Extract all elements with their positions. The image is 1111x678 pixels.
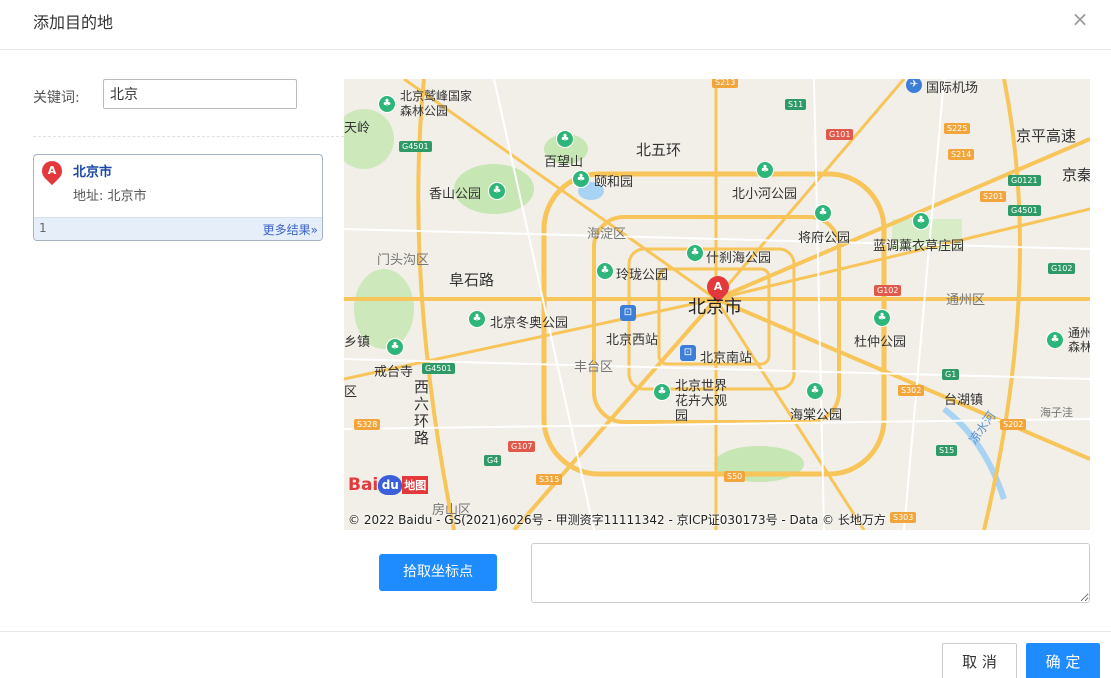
park-icon: ♣ bbox=[488, 182, 506, 200]
map-label-jingping: 京平高速 bbox=[1016, 127, 1077, 145]
map-label-jietaisi: 戒台寺 bbox=[374, 365, 414, 380]
page-number[interactable]: 1 bbox=[39, 221, 47, 235]
map-label-xiliuhuan: 西六环路 bbox=[414, 378, 430, 447]
map-label-dongao: 北京冬奥公园 bbox=[490, 316, 569, 331]
train-station-icon: ⊡ bbox=[620, 305, 636, 321]
map-label-yiheyuan: 颐和园 bbox=[594, 175, 634, 190]
highway-shield: S214 bbox=[948, 149, 975, 160]
map-label-haitang: 海棠公园 bbox=[790, 408, 843, 423]
map-label-shijiehuahui: 北京世界花卉大观园 bbox=[675, 379, 728, 424]
dialog-title: 添加目的地 bbox=[33, 13, 114, 32]
park-icon: ♣ bbox=[572, 170, 590, 188]
highway-shield: G107 bbox=[508, 441, 536, 452]
park-icon: ♣ bbox=[912, 212, 930, 230]
park-icon: ♣ bbox=[873, 309, 891, 327]
map-label-fushilu: 阜石路 bbox=[449, 271, 495, 289]
park-icon: ♣ bbox=[556, 130, 574, 148]
map-label-fengtai: 丰台区 bbox=[574, 360, 614, 375]
confirm-button[interactable]: 确 定 bbox=[1026, 643, 1100, 678]
divider bbox=[33, 136, 344, 137]
map-label-tongzhou: 通州区 bbox=[946, 293, 986, 308]
map-label-beixiaohe: 北小河公园 bbox=[732, 187, 798, 202]
logo-ditu: 地图 bbox=[402, 476, 429, 494]
map-label-shichahai: 什刹海公园 bbox=[706, 251, 772, 266]
map-label-mentougou: 门头沟区 bbox=[377, 253, 430, 268]
map-label-xiangshan: 香山公园 bbox=[429, 187, 482, 202]
dialog-header: 添加目的地 × bbox=[0, 0, 1111, 50]
highway-shield: S50 bbox=[724, 471, 746, 482]
logo-bai: Bai bbox=[348, 475, 379, 495]
park-icon: ♣ bbox=[653, 383, 671, 401]
map-label-beijingxi: 北京西站 bbox=[606, 333, 659, 348]
map-label-qu: 区 bbox=[344, 385, 358, 400]
baidu-map-logo: Bai du 地图 bbox=[348, 475, 429, 495]
highway-shield: S202 bbox=[1000, 419, 1027, 430]
map-label-jiangfu: 将府公园 bbox=[798, 231, 851, 246]
logo-paw-icon: du bbox=[378, 475, 403, 495]
highway-shield: G102 bbox=[1048, 263, 1076, 274]
highway-shield: S302 bbox=[898, 385, 925, 396]
highway-shield: S15 bbox=[936, 445, 958, 456]
highway-shield: G102 bbox=[874, 285, 902, 296]
keyword-input[interactable] bbox=[103, 79, 297, 109]
cancel-button[interactable]: 取 消 bbox=[942, 643, 1017, 678]
result-footer: 1 更多结果» bbox=[34, 217, 322, 240]
park-icon: ♣ bbox=[686, 244, 704, 262]
map-label-haidian: 海淀区 bbox=[587, 227, 627, 242]
park-icon: ♣ bbox=[1046, 331, 1064, 349]
park-icon: ♣ bbox=[756, 161, 774, 179]
highway-shield: G4501 bbox=[422, 363, 455, 374]
train-station-icon: ⊡ bbox=[680, 345, 696, 361]
park-icon: ♣ bbox=[806, 382, 824, 400]
map-label-beijing: 北京市 bbox=[688, 297, 742, 318]
map-label-linglong: 玲珑公园 bbox=[616, 268, 669, 283]
map-label-beiwuhuan: 北五环 bbox=[636, 141, 682, 159]
park-icon: ♣ bbox=[386, 338, 404, 356]
result-address: 地址: 北京市 bbox=[73, 189, 147, 204]
map-label-airport: 国际机场 bbox=[926, 81, 979, 96]
map-copyright: © 2022 Baidu - GS(2021)6026号 - 甲测资字11111… bbox=[348, 513, 886, 527]
map-label-jingqin: 京秦 bbox=[1062, 166, 1090, 184]
result-marker-letter: A bbox=[47, 164, 57, 177]
highway-shield: S225 bbox=[944, 123, 971, 134]
search-result-panel: A 北京市 地址: 北京市 1 更多结果» bbox=[33, 154, 323, 241]
map-canvas[interactable]: ✈ 国际机场 ♣ 北京鹫峰国家森林公园 天岭 ♣ 百望山 北五环 京平高速 京秦… bbox=[344, 79, 1090, 530]
highway-shield: S11 bbox=[785, 99, 807, 110]
result-title-link[interactable]: 北京市 bbox=[73, 161, 112, 180]
map-label-baiwangshan: 百望山 bbox=[544, 155, 584, 170]
coordinate-textarea[interactable] bbox=[531, 543, 1090, 603]
highway-shield: S328 bbox=[354, 419, 381, 430]
highway-shield: G101 bbox=[826, 129, 854, 140]
park-icon: ♣ bbox=[468, 310, 486, 328]
highway-shield: G4 bbox=[484, 455, 502, 466]
map-label-beijingnan: 北京南站 bbox=[700, 351, 753, 366]
map-label-tongzhoupark: 通州森林 bbox=[1068, 326, 1090, 354]
more-results-link[interactable]: 更多结果» bbox=[263, 221, 318, 238]
map-label-duzhong: 杜仲公园 bbox=[854, 335, 907, 350]
park-icon: ♣ bbox=[378, 95, 396, 113]
map-label-taihu: 台湖镇 bbox=[944, 393, 984, 408]
highway-shield: G4501 bbox=[1008, 205, 1041, 216]
park-icon: ♣ bbox=[814, 204, 832, 222]
park-icon: ♣ bbox=[596, 262, 614, 280]
highway-shield: G0121 bbox=[1008, 175, 1041, 186]
highway-shield: S201 bbox=[980, 191, 1007, 202]
map-label-tianling: 天岭 bbox=[344, 121, 371, 136]
highway-shield: S315 bbox=[536, 474, 563, 485]
keyword-label: 关键词: bbox=[33, 90, 80, 106]
map-label-lavender: 蓝调薰衣草庄园 bbox=[873, 239, 965, 254]
highway-shield: S303 bbox=[890, 512, 917, 523]
map-label-haizitu: 海子洼 bbox=[1040, 406, 1073, 419]
highway-shield: G4501 bbox=[399, 141, 432, 152]
pick-coordinate-button[interactable]: 拾取坐标点 bbox=[379, 554, 497, 591]
map-label-jiufeng: 北京鹫峰国家森林公园 bbox=[400, 89, 473, 118]
highway-shield: G1 bbox=[942, 369, 960, 380]
highway-shield: S213 bbox=[712, 79, 739, 88]
close-icon[interactable]: × bbox=[1067, 6, 1093, 32]
map-label-zhen: 乡镇 bbox=[344, 335, 371, 350]
